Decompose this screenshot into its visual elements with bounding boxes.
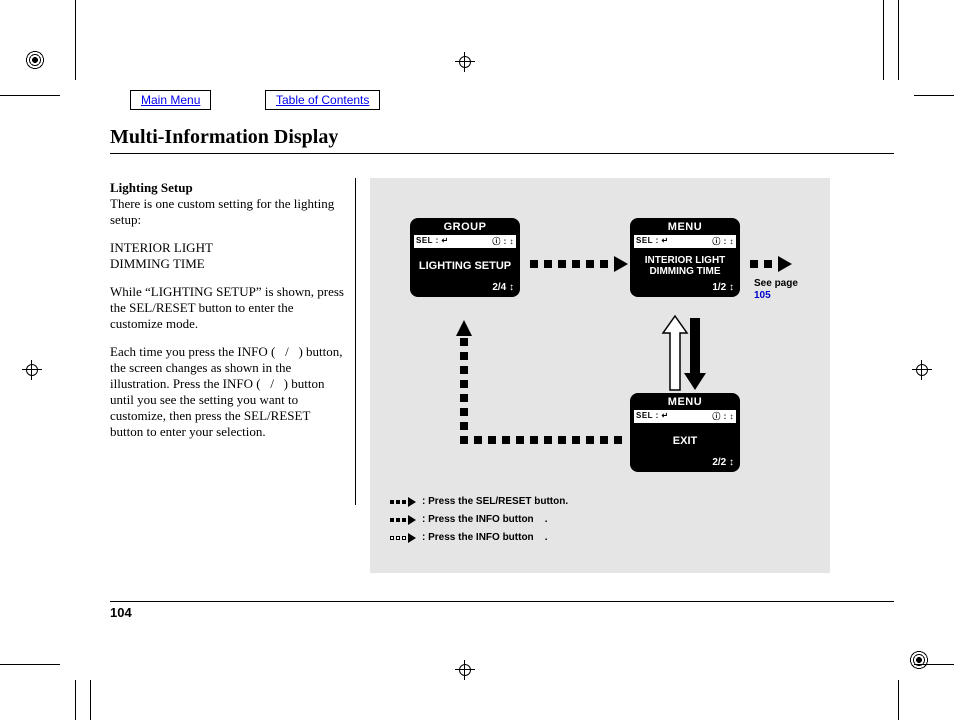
body-text-column: Lighting Setup There is one custom setti… — [110, 180, 345, 452]
legend: : Press the SEL/RESET button. : Press th… — [390, 493, 568, 547]
center-registration-icon — [455, 52, 475, 72]
see-page-label: See page — [754, 278, 798, 289]
registration-mark-icon — [25, 50, 45, 70]
see-page-note: See page 105 — [754, 278, 798, 302]
crop-mark-icon — [883, 0, 884, 80]
legend-text: : Press the SEL/RESET button. — [422, 493, 568, 511]
registration-mark-icon — [909, 650, 929, 670]
main-menu-button[interactable]: Main Menu — [130, 90, 211, 110]
legend-row: : Press the INFO button . — [390, 529, 568, 547]
crop-mark-icon — [75, 680, 76, 720]
center-registration-icon — [22, 360, 42, 380]
paragraph: INTERIOR LIGHT — [110, 240, 213, 255]
crop-mark-icon — [914, 664, 954, 665]
diagram-figure: GROUP SEL : ↵ ⓘ : ↕ LIGHTING SETUP 2/4 ↕… — [370, 178, 830, 573]
paragraph: There is one custom setting for the ligh… — [110, 196, 334, 227]
legend-text: : Press the INFO button . — [422, 529, 548, 547]
page-title: Multi-Information Display — [110, 126, 894, 154]
crop-mark-icon — [0, 95, 60, 96]
legend-text: : Press the INFO button . — [422, 511, 548, 529]
section-subhead: Lighting Setup — [110, 180, 193, 195]
paragraph: While “LIGHTING SETUP” is shown, press t… — [110, 284, 345, 332]
crop-mark-icon — [75, 0, 76, 80]
hollow-dash-arrow-icon — [390, 534, 416, 542]
paragraph: DIMMING TIME — [110, 256, 205, 271]
crop-mark-icon — [90, 680, 91, 720]
solid-dash-arrow-icon — [390, 516, 416, 524]
page-number: 104 — [110, 601, 894, 620]
legend-row: : Press the INFO button . — [390, 511, 568, 529]
crop-mark-icon — [914, 95, 954, 96]
toc-button[interactable]: Table of Contents — [265, 90, 380, 110]
crop-mark-icon — [0, 664, 60, 665]
page-content: Main Menu Table of Contents Multi-Inform… — [110, 90, 894, 660]
paragraph: Each time you press the INFO ( / ) butto… — [110, 344, 345, 440]
crop-mark-icon — [898, 0, 899, 80]
column-divider — [355, 178, 356, 505]
crop-mark-icon — [898, 680, 899, 720]
legend-row: : Press the SEL/RESET button. — [390, 493, 568, 511]
page-link[interactable]: 105 — [754, 290, 771, 301]
center-registration-icon — [912, 360, 932, 380]
solid-dash-arrow-icon — [390, 498, 416, 506]
center-registration-icon — [455, 660, 475, 680]
